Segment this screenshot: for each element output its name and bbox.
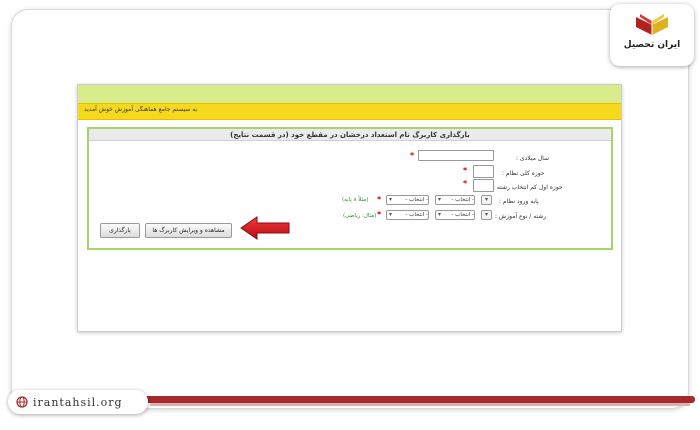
website-badge: irantahsil.org [8, 390, 148, 414]
brand-logo-text: ایران تحصیل [623, 40, 681, 50]
birth-year-label: سال میلادی : [516, 155, 550, 162]
website-url: irantahsil.org [33, 395, 123, 409]
welcome-bar: به سیستم جامع هماهنگی آموزش خوش آمدید [78, 103, 621, 120]
book-logo-icon [636, 14, 668, 35]
entry-grade-select-2[interactable]: - انتخاب - [386, 195, 429, 205]
required-mark: * [377, 210, 382, 219]
field-type-toggle[interactable]: ▾ [481, 210, 492, 220]
subject-region-input[interactable] [473, 179, 494, 192]
main-region-input[interactable] [473, 165, 494, 178]
subject-region-label: حوزه اول کم انتخاب رشته : [493, 184, 563, 191]
entry-grade-label: پایه ورود نظام : [499, 198, 539, 205]
main-region-label: حوزه کلی نظام : [502, 170, 545, 177]
entry-grade-hint: (مثلاً ۸ پایه) [342, 197, 369, 203]
entry-grade-select-1[interactable]: - انتخاب - [435, 195, 475, 205]
required-mark: * [410, 151, 415, 160]
header-band [78, 85, 621, 103]
frame-accent-bar-shadow [150, 403, 690, 406]
upload-button[interactable]: بارگذاری [100, 223, 140, 238]
field-type-label: رشته / نوع آموزش : [495, 213, 547, 220]
field-type-select-2[interactable]: - انتخاب - [386, 210, 429, 220]
field-type-select-1[interactable]: - انتخاب - [435, 210, 475, 220]
required-mark: * [463, 179, 468, 188]
view-edit-button[interactable]: مشاهده و ویرایش کاربرگ ها [145, 223, 232, 238]
birth-year-input[interactable] [418, 150, 494, 161]
required-mark: * [463, 166, 468, 175]
globe-icon [16, 396, 28, 408]
required-mark: * [377, 195, 382, 204]
entry-grade-toggle[interactable]: ▾ [481, 195, 492, 205]
frame-accent-bar [140, 396, 695, 403]
form-title: بارگذاری کاربرگ نام استعداد درخشان در مق… [89, 129, 611, 141]
red-arrow-icon [240, 216, 290, 240]
upload-form: بارگذاری کاربرگ نام استعداد درخشان در مق… [87, 127, 613, 250]
brand-logo: ایران تحصیل [610, 4, 694, 66]
welcome-text: به سیستم جامع هماهنگی آموزش خوش آمدید [84, 106, 198, 113]
web-page: به سیستم جامع هماهنگی آموزش خوش آمدید با… [77, 84, 622, 332]
field-type-hint: (مثال: ریاضی) [343, 213, 377, 219]
